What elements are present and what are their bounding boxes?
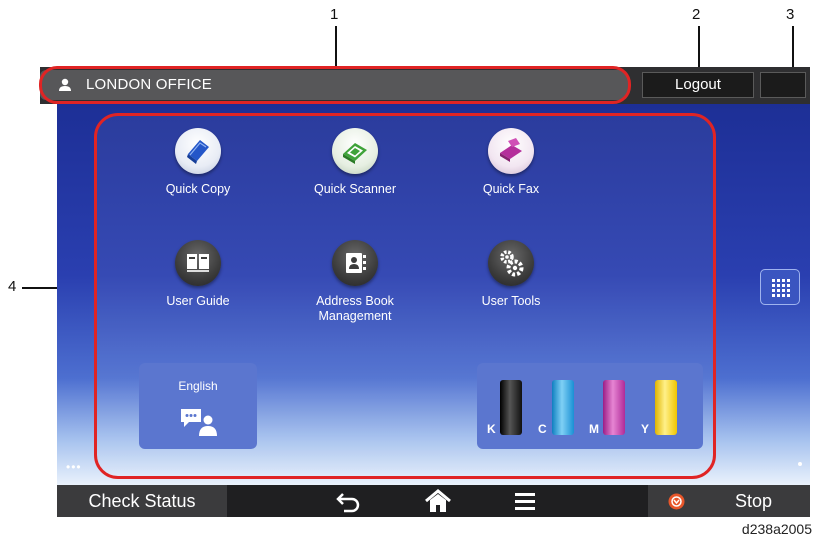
grid-icon — [772, 279, 790, 297]
page-indicator-dots: ••• — [66, 460, 82, 474]
logout-button[interactable]: Logout — [642, 72, 754, 98]
check-status-button[interactable]: Check Status — [57, 485, 227, 517]
moon-icon — [779, 78, 788, 95]
menu-icon[interactable] — [512, 489, 538, 513]
callout-number-3: 3 — [786, 6, 795, 23]
stop-button[interactable]: Stop — [648, 485, 810, 517]
callout-box-1 — [39, 66, 631, 104]
callout-number-1: 1 — [330, 6, 339, 23]
application-list-button[interactable] — [760, 269, 800, 305]
figure-code: d238a2005 — [741, 521, 812, 537]
callout-number-2: 2 — [692, 6, 701, 23]
energy-saver-button[interactable] — [760, 72, 806, 98]
back-icon[interactable] — [334, 489, 362, 513]
stop-label: Stop — [735, 491, 773, 511]
home-icon[interactable] — [423, 489, 453, 513]
callout-number-4: 4 — [8, 278, 17, 295]
stop-icon — [668, 493, 685, 510]
callout-box-4 — [94, 113, 716, 479]
page-indicator-dot — [798, 462, 802, 466]
callout-leader-1 — [335, 26, 337, 68]
